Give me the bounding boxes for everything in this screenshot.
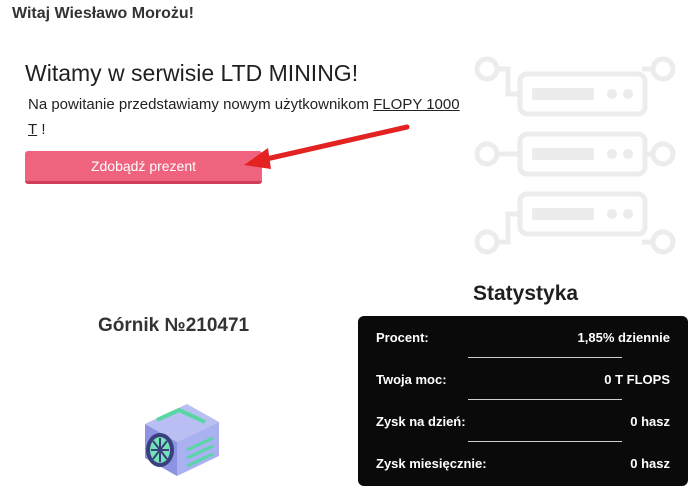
stats-panel: Procent: 1,85% dziennie Twoja moc: 0 T F… — [358, 316, 688, 486]
stat-row-power: Twoja moc: 0 T FLOPS — [376, 358, 670, 400]
stat-value: 0 T FLOPS — [604, 371, 670, 387]
stat-label: Zysk na dzień: — [376, 413, 466, 429]
user-greeting: Witaj Wiesławo Morożu! — [12, 5, 194, 22]
get-gift-button[interactable]: Zdobądź prezent — [25, 151, 262, 184]
red-arrow-icon — [244, 124, 410, 169]
miner-device-icon — [145, 404, 219, 476]
stat-row-monthly-profit: Zysk miesięcznie: 0 hasz — [376, 442, 670, 484]
stat-value: 0 hasz — [630, 413, 670, 429]
stat-label: Twoja moc: — [376, 371, 447, 387]
stat-row-percent: Procent: 1,85% dziennie — [376, 316, 670, 358]
welcome-message-text: Na powitanie przedstawiamy nowym użytkow… — [28, 96, 374, 113]
server-rack-icon — [474, 56, 676, 255]
stat-value: 1,85% dziennie — [577, 329, 670, 345]
stat-value: 0 hasz — [630, 455, 670, 471]
stat-label: Procent: — [376, 329, 429, 345]
welcome-message-suffix: ! — [37, 121, 46, 138]
stats-title: Statystyka — [473, 282, 579, 305]
stat-label: Zysk miesięcznie: — [376, 455, 487, 471]
stat-row-daily-profit: Zysk na dzień: 0 hasz — [376, 400, 670, 442]
welcome-title: Witamy w serwisie LTD MINING! — [25, 60, 359, 86]
miner-title: Górnik №210471 — [98, 315, 250, 336]
